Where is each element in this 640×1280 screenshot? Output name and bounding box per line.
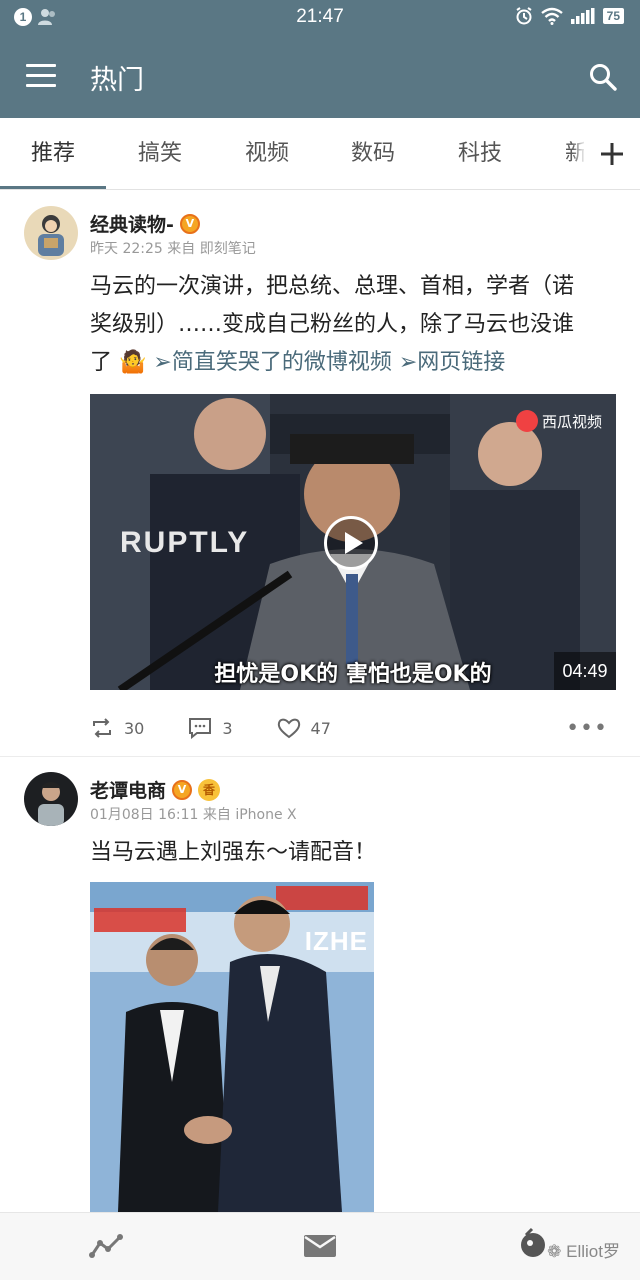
wifi-icon	[540, 7, 563, 25]
video-thumbnail[interactable]: RUPTLY 西瓜视频 担忧是OK的 害怕也是OK的 04:49	[90, 394, 616, 690]
post-image[interactable]: IZHE	[90, 882, 374, 1212]
add-tab-button[interactable]	[584, 118, 640, 189]
trend-icon	[89, 1234, 123, 1258]
mail-icon	[304, 1235, 336, 1257]
post-divider	[0, 756, 640, 757]
post-card: 老谭电商 V 香 01月08日 16:11 来自 iPhone X 当马云遇上刘…	[0, 758, 640, 1212]
post-text-line: 马云的一次演讲，把总统、总理、首相，学者（诺	[90, 274, 575, 299]
profile-icon	[521, 1227, 545, 1257]
avatar[interactable]	[24, 772, 78, 826]
more-options-icon[interactable]: •••	[566, 716, 608, 741]
tab-recommend[interactable]: 推荐	[0, 118, 106, 189]
verified-badge-icon: V	[172, 779, 193, 800]
play-button[interactable]	[324, 516, 378, 570]
video-source-text: 西瓜视频	[541, 412, 602, 431]
comment-button[interactable]: 3	[188, 717, 233, 739]
video-source-label: 西瓜视频	[515, 410, 602, 432]
xigua-logo-icon	[515, 410, 538, 432]
profile-tab[interactable]	[518, 1227, 548, 1265]
wechat-icon: ❁	[547, 1242, 562, 1261]
alarm-icon	[516, 7, 532, 25]
photo-background-text: IZHE	[304, 926, 368, 956]
post-text-line: 了 🤷 ➢简直笑哭了的微博视频 ➢网页链接	[90, 344, 616, 382]
author-name-text: 经典读物-	[90, 214, 174, 236]
fan-badge-icon: 香	[198, 778, 221, 801]
verified-badge-icon: V	[179, 213, 200, 234]
author-name-text: 老谭电商	[90, 780, 167, 802]
like-button[interactable]: 47	[277, 717, 331, 739]
author-name[interactable]: 老谭电商 V 香	[90, 776, 221, 803]
heart-icon	[277, 718, 300, 739]
play-icon	[345, 532, 363, 554]
video-watermark-brand: RUPTLY	[120, 526, 250, 559]
repost-button[interactable]: 30	[90, 717, 144, 739]
repost-count: 30	[124, 718, 145, 738]
video-subtitle: 担忧是OK的 害怕也是OK的	[214, 662, 492, 687]
like-count: 47	[310, 718, 331, 738]
status-bar: 1 21:47 75	[0, 0, 640, 36]
tab-digital[interactable]: 数码	[320, 118, 426, 189]
battery-level: 75	[602, 8, 624, 24]
tab-tech[interactable]: 科技	[427, 118, 533, 189]
comment-count: 3	[222, 718, 233, 738]
post-text: 当马云遇上刘强东～请配音！	[90, 840, 377, 865]
signal-icon	[570, 8, 595, 24]
trend-tab[interactable]	[88, 1231, 124, 1265]
post-text: 马云的一次演讲，把总统、总理、首相，学者（诺 奖级别）……变成自己粉丝的人，除了…	[90, 268, 616, 382]
comment-icon	[189, 718, 212, 739]
category-tabs: 推荐 搞笑 视频 数码 科技 新鲜	[0, 118, 640, 190]
post-text-line: 奖级别）……变成自己粉丝的人，除了马云也没谁	[90, 312, 575, 337]
messages-tab[interactable]	[302, 1231, 338, 1265]
post-actions: 30 3 47 •••	[90, 708, 620, 748]
tab-video[interactable]: 视频	[214, 118, 320, 189]
watermark-text: Elliot罗	[566, 1242, 620, 1261]
post-text-fragment: 了	[90, 350, 113, 375]
post-card: 经典读物- V 昨天 22:25 来自 即刻笔记 马云的一次演讲，把总统、总理、…	[0, 192, 640, 756]
post-meta: 01月08日 16:11 来自 iPhone X	[90, 807, 297, 823]
plus-icon	[601, 143, 623, 165]
video-duration: 04:49	[554, 652, 616, 690]
hamburger-menu-icon[interactable]	[26, 64, 56, 88]
author-name[interactable]: 经典读物- V	[90, 210, 200, 237]
active-tab-indicator	[0, 186, 106, 189]
avatar[interactable]	[24, 206, 78, 260]
search-icon[interactable]	[588, 62, 618, 92]
shrug-emoji-icon: 🤷	[119, 350, 147, 375]
post-meta: 昨天 22:25 来自 即刻笔记	[90, 241, 256, 257]
status-right: 75	[515, 7, 624, 25]
page-title: 热门	[90, 65, 144, 96]
web-link[interactable]: ➢网页链接	[399, 350, 505, 375]
app-bar: 热门	[0, 36, 640, 118]
watermark: ❁ Elliot罗	[547, 1237, 620, 1262]
bottom-navigation: ❁ Elliot罗	[0, 1212, 640, 1280]
tab-funny[interactable]: 搞笑	[107, 118, 213, 189]
repost-icon	[93, 718, 111, 738]
weibo-video-link[interactable]: ➢简直笑哭了的微博视频	[153, 350, 391, 375]
